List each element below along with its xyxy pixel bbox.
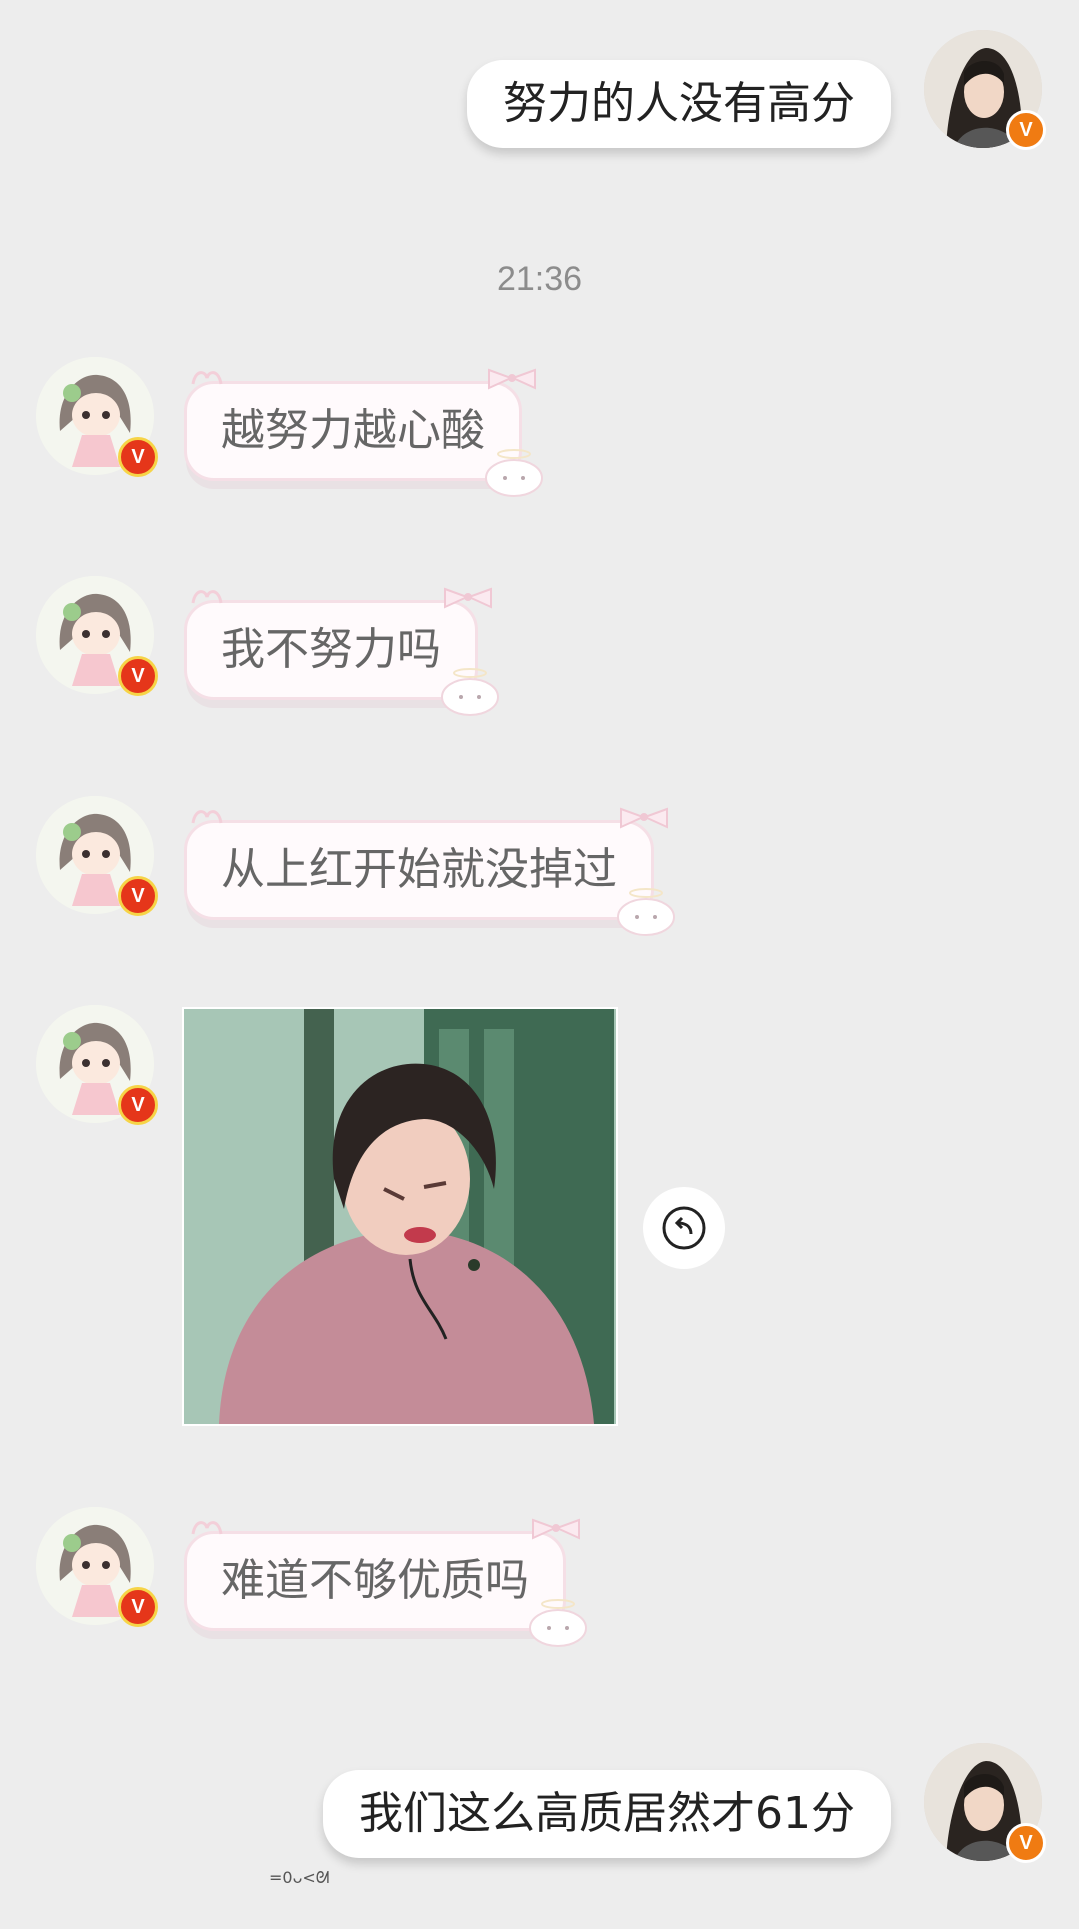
bunny-decoration-icon — [529, 1599, 587, 1647]
verified-badge-icon: V — [118, 656, 158, 696]
verified-badge-icon: V — [1006, 110, 1046, 150]
message-bubble-incoming[interactable]: 难道不够优质吗 — [184, 1518, 587, 1647]
bow-decoration-icon — [444, 587, 492, 609]
contact-avatar[interactable]: V — [36, 796, 158, 916]
forward-button[interactable] — [643, 1187, 725, 1269]
bow-decoration-icon — [191, 810, 223, 824]
verified-badge-icon: V — [1006, 1823, 1046, 1863]
bubble-caption: =0ᴗ<ᘛ — [269, 1868, 330, 1887]
bow-decoration-icon — [620, 807, 668, 829]
bow-decoration-icon — [191, 590, 223, 604]
contact-avatar[interactable]: V — [36, 576, 158, 696]
bow-decoration-icon — [191, 1521, 223, 1535]
message-text: 我不努力吗 — [221, 624, 441, 675]
message-text: 越努力越心酸 — [221, 405, 485, 456]
bow-decoration-icon — [488, 368, 536, 390]
sticker-image[interactable] — [182, 1007, 618, 1426]
self-avatar[interactable]: V — [924, 1743, 1046, 1863]
message-bubble-incoming[interactable]: 我不努力吗 — [184, 587, 499, 716]
contact-avatar[interactable]: V — [36, 1005, 158, 1125]
message-bubble-incoming[interactable]: 越努力越心酸 — [184, 368, 543, 497]
message-text: 从上红开始就没掉过 — [221, 844, 617, 895]
bunny-decoration-icon — [617, 888, 675, 936]
verified-badge-icon: V — [118, 437, 158, 477]
bow-decoration-icon — [532, 1518, 580, 1540]
contact-avatar[interactable]: V — [36, 357, 158, 477]
bow-decoration-icon — [191, 371, 223, 385]
verified-badge-icon: V — [118, 876, 158, 916]
forward-icon — [662, 1206, 706, 1250]
verified-badge-icon: V — [118, 1085, 158, 1125]
self-avatar[interactable]: V — [924, 30, 1046, 150]
message-timestamp: 21:36 — [496, 260, 583, 298]
bunny-decoration-icon — [485, 449, 543, 497]
verified-badge-icon: V — [118, 1587, 158, 1627]
message-bubble-outgoing[interactable]: 我们这么高质居然才61分 — [323, 1770, 891, 1858]
contact-avatar[interactable]: V — [36, 1507, 158, 1627]
sticker-picture — [184, 1009, 616, 1424]
message-text: 难道不够优质吗 — [221, 1555, 529, 1606]
message-bubble-outgoing[interactable]: 努力的人没有高分 — [467, 60, 891, 148]
message-bubble-incoming[interactable]: 从上红开始就没掉过 — [184, 807, 675, 936]
bunny-decoration-icon — [441, 668, 499, 716]
